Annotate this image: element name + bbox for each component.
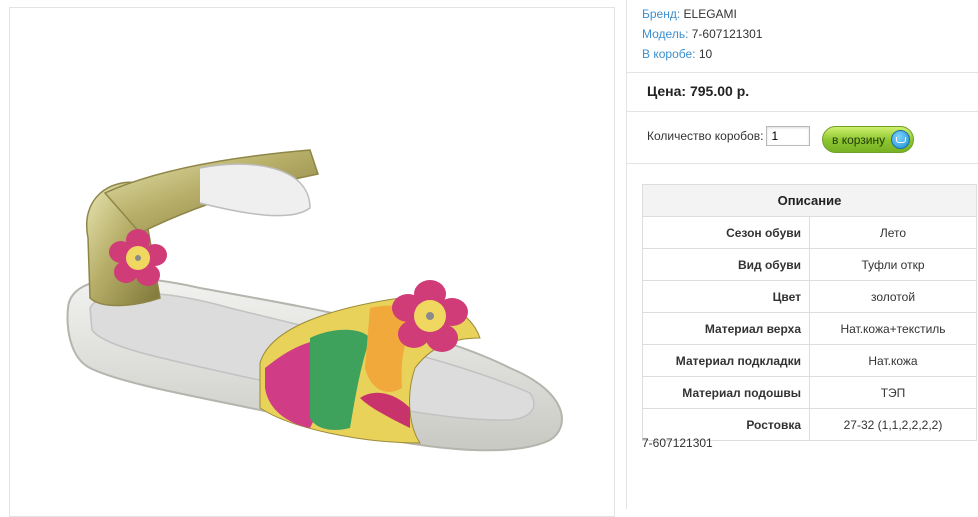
quantity-input[interactable] xyxy=(766,126,811,146)
spec-value: Туфли откр xyxy=(809,248,977,281)
spec-key: Материал подкладки xyxy=(642,344,810,377)
description-header-row: Описание xyxy=(642,184,977,217)
spec-key: Материал подошвы xyxy=(642,376,810,409)
brand-line: Бренд: ELEGAMI xyxy=(642,4,762,24)
table-row: Цвет золотой xyxy=(642,280,977,313)
price: Цена: 795.00 р. xyxy=(647,83,750,99)
table-row: Материал верха Нат.кожа+текстиль xyxy=(642,312,977,345)
spec-value: Нат.кожа xyxy=(809,344,977,377)
product-info: Бренд: ELEGAMI Модель: 7-607121301 В кор… xyxy=(642,4,762,64)
spec-key: Цвет xyxy=(642,280,810,313)
description-title: Описание xyxy=(642,184,977,217)
add-to-cart-button[interactable]: в корзину xyxy=(822,126,914,153)
box-line: В коробе: 10 xyxy=(642,44,762,64)
description-table: Описание Сезон обуви Лето Вид обуви Туфл… xyxy=(642,184,977,441)
spec-value: ТЭП xyxy=(809,376,977,409)
product-image[interactable] xyxy=(10,8,616,510)
spec-value: Нат.кожа+текстиль xyxy=(809,312,977,345)
divider xyxy=(627,163,978,164)
brand-value: ELEGAMI xyxy=(683,7,737,21)
box-label: В коробе: xyxy=(642,47,696,61)
add-to-cart-label: в корзину xyxy=(832,132,886,147)
quantity-row: Количество коробов: xyxy=(647,124,811,148)
brand-label: Бренд: xyxy=(642,7,681,21)
spec-key: Сезон обуви xyxy=(642,216,810,249)
table-row: Материал подошвы ТЭП xyxy=(642,376,977,409)
divider xyxy=(627,72,978,73)
product-image-frame[interactable] xyxy=(9,7,615,517)
quantity-label: Количество коробов: xyxy=(647,129,764,143)
cart-icon xyxy=(891,130,910,149)
model-line: Модель: 7-607121301 xyxy=(642,24,762,44)
sku-text: 7-607121301 xyxy=(642,436,713,450)
spec-value: золотой xyxy=(809,280,977,313)
table-row: Вид обуви Туфли откр xyxy=(642,248,977,281)
spec-value: 27-32 (1,1,2,2,2,2) xyxy=(809,408,977,441)
spec-key: Материал верха xyxy=(642,312,810,345)
spec-key: Вид обуви xyxy=(642,248,810,281)
column-divider xyxy=(626,0,627,509)
box-value: 10 xyxy=(698,47,713,61)
model-label: Модель: xyxy=(642,27,689,41)
table-row: Сезон обуви Лето xyxy=(642,216,977,249)
divider xyxy=(627,111,978,112)
spec-value: Лето xyxy=(809,216,977,249)
table-row: Материал подкладки Нат.кожа xyxy=(642,344,977,377)
model-value: 7-607121301 xyxy=(691,27,763,41)
